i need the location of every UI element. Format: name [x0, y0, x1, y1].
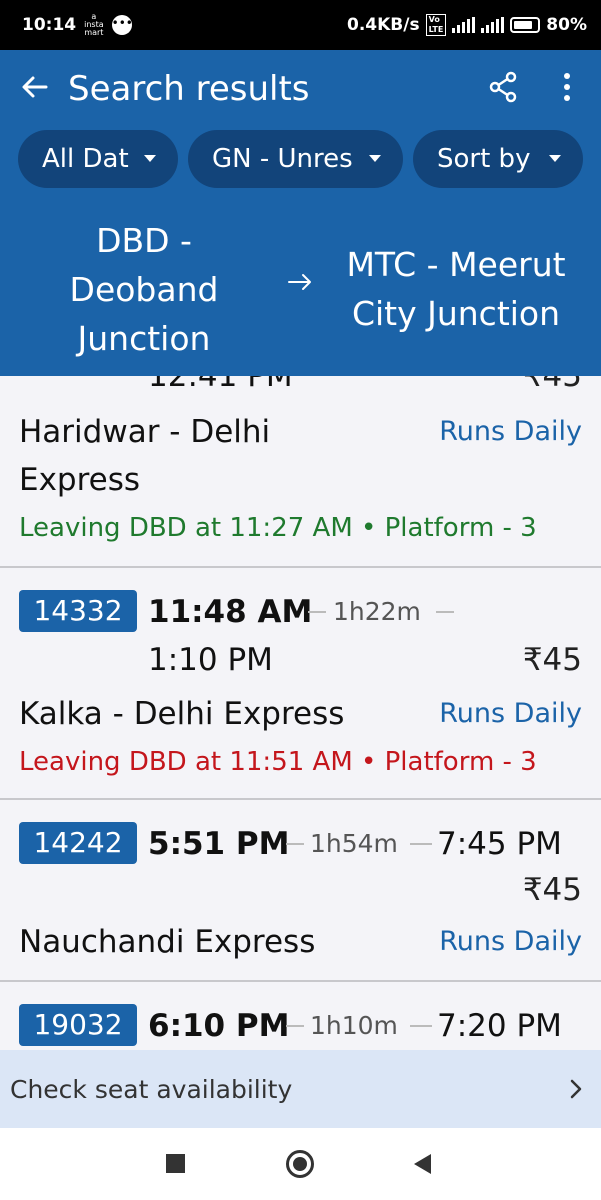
home-icon[interactable] — [286, 1150, 314, 1178]
arrival-time: 1:10 PM — [148, 642, 273, 678]
leaving-status: Leaving DBD at 11:27 AM • Platform - 3 — [19, 513, 537, 543]
arrow-right-icon — [288, 274, 311, 290]
train-number-badge: 14332 — [19, 590, 137, 632]
fare: ₹45 — [522, 872, 582, 908]
fare: ₹45 — [522, 376, 582, 394]
system-navigation-bar — [0, 1128, 601, 1200]
check-seat-availability-button[interactable]: Check seat availability — [0, 1050, 601, 1128]
arrow-left-icon[interactable] — [18, 70, 52, 104]
train-number-badge: 19032 — [19, 1004, 137, 1046]
train-name: Nauchandi Express — [19, 924, 316, 960]
runs-frequency: Runs Daily — [439, 698, 582, 729]
filter-date-chip[interactable]: All Dat — [18, 130, 178, 188]
train-name: Kalka - Delhi Express — [19, 696, 345, 732]
arrival-time: 12:41 PM — [148, 376, 293, 394]
train-card[interactable]: 14242 5:51 PM 1h54m 7:45 PM ₹45 Nauchand… — [0, 800, 601, 982]
train-name: Haridwar - Delhi Express — [19, 414, 271, 498]
page-title: Search results — [68, 69, 310, 109]
status-bar: 10:14 a insta mart ••• 0.4KB/s Vo LTE 80% — [0, 0, 601, 50]
chevron-down-icon — [549, 155, 561, 162]
departure-time: 5:51 PM — [148, 826, 290, 862]
duration-line — [410, 843, 432, 845]
train-list[interactable]: 12:41 PM ₹45 Haridwar - Delhi Express Ru… — [0, 376, 601, 1050]
route-banner: DBD - Deoband Junction MTC - Meerut City… — [0, 198, 601, 376]
fare: ₹45 — [522, 642, 582, 678]
signal-4g-icon — [452, 17, 476, 33]
departure-time: 6:10 PM — [148, 1008, 290, 1044]
signal-icon — [481, 17, 505, 33]
duration: 1h10m — [310, 1011, 398, 1040]
check-seat-availability-label: Check seat availability — [10, 1074, 293, 1104]
battery-icon — [510, 17, 541, 33]
instamart-notification-icon: a insta mart — [84, 12, 104, 37]
status-time: 10:14 — [22, 15, 77, 35]
train-card[interactable]: 19032 6:10 PM 1h10m 7:20 PM — [0, 982, 601, 1050]
share-icon[interactable] — [488, 70, 518, 104]
chevron-down-icon — [144, 155, 156, 162]
sort-by-chip[interactable]: Sort by — [413, 130, 583, 188]
departure-time: 11:48 AM — [148, 594, 313, 630]
runs-frequency: Runs Daily — [439, 926, 582, 957]
network-speed: 0.4KB/s — [347, 15, 420, 35]
filter-class-label: GN - Unres — [212, 144, 353, 174]
duration-line — [286, 1025, 304, 1027]
chevron-right-icon — [570, 1079, 582, 1099]
train-card[interactable]: 14332 11:48 AM 1h22m 1:10 PM ₹45 Kalka -… — [0, 568, 601, 800]
chevron-down-icon — [369, 155, 381, 162]
battery-level: 80% — [546, 15, 587, 35]
duration: 1h22m — [333, 597, 421, 626]
message-notification-icon: ••• — [111, 15, 133, 35]
filter-date-label: All Dat — [42, 144, 129, 174]
more-vertical-icon[interactable] — [552, 70, 582, 104]
duration-line — [436, 611, 454, 613]
sort-by-label: Sort by — [437, 144, 531, 174]
duration-line — [410, 1025, 432, 1027]
train-card[interactable]: 12:41 PM ₹45 Haridwar - Delhi Express Ru… — [0, 376, 601, 568]
duration-line — [286, 843, 304, 845]
runs-frequency: Runs Daily — [439, 416, 582, 447]
filter-class-chip[interactable]: GN - Unres — [188, 130, 403, 188]
duration-line — [308, 611, 326, 613]
arrival-time: 7:45 PM — [437, 826, 562, 862]
duration: 1h54m — [310, 829, 398, 858]
back-icon[interactable] — [414, 1154, 431, 1174]
train-number-badge: 14242 — [19, 822, 137, 864]
route-to-station: MTC - Meerut City Junction — [346, 245, 566, 333]
leaving-status: Leaving DBD at 11:51 AM • Platform - 3 — [19, 747, 537, 777]
app-header: Search results All Dat GN - Unres Sort b… — [0, 50, 601, 198]
recents-icon[interactable] — [166, 1154, 185, 1173]
volte-icon: Vo LTE — [425, 14, 447, 36]
route-from-station: DBD - Deoband Junction — [69, 221, 219, 358]
arrival-time: 7:20 PM — [437, 1008, 562, 1044]
